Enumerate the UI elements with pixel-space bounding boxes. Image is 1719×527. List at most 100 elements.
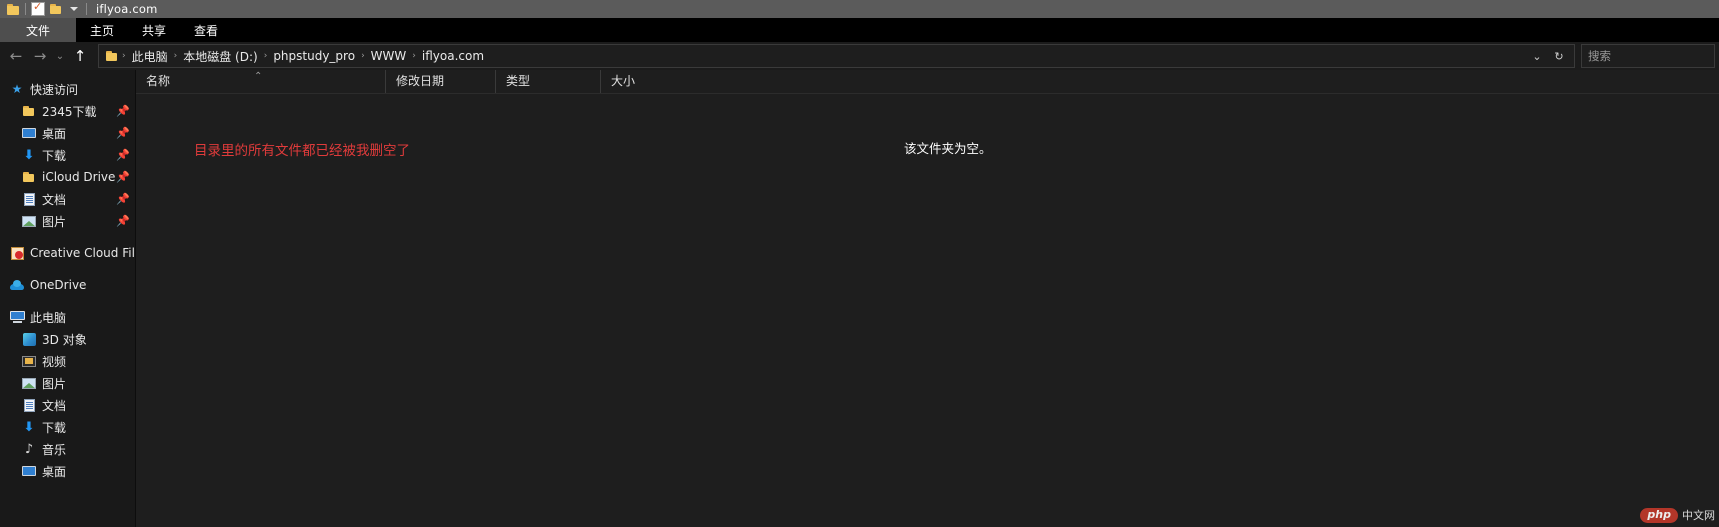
folder-icon[interactable] xyxy=(4,1,22,17)
sidebar-item-label: 2345下载 xyxy=(42,104,97,119)
breadcrumb-item-www[interactable]: WWW xyxy=(366,49,412,63)
watermark-badge: php xyxy=(1640,507,1678,523)
sidebar-item-creative-cloud-files[interactable]: Creative Cloud Files xyxy=(0,242,135,264)
column-header-type[interactable]: 类型 xyxy=(496,70,601,93)
column-header-name[interactable]: 名称 ⌃ xyxy=(136,70,386,93)
sidebar-item-pictures-pc[interactable]: 图片 xyxy=(0,372,135,394)
sidebar-item-this-pc[interactable]: 此电脑 xyxy=(0,306,135,328)
column-header-date-modified[interactable]: 修改日期 xyxy=(386,70,496,93)
breadcrumb-item-this-pc[interactable]: 此电脑 xyxy=(127,48,173,65)
navigation-pane: ★ 快速访问 2345下载 📌 桌面 📌 ⬇ 下载 📌 iCloud Drive xyxy=(0,70,136,527)
sidebar-item-label: 视频 xyxy=(42,354,67,369)
pin-icon[interactable]: 📌 xyxy=(116,193,130,206)
search-input[interactable]: 搜索 xyxy=(1581,44,1715,68)
folder-icon xyxy=(20,172,38,182)
properties-icon[interactable] xyxy=(29,0,47,17)
sidebar-item-label: 此电脑 xyxy=(30,310,67,325)
folder-icon xyxy=(20,106,38,116)
sidebar-item-desktop-pc[interactable]: 桌面 xyxy=(0,460,135,482)
explorer-body: ★ 快速访问 2345下载 📌 桌面 📌 ⬇ 下载 📌 iCloud Drive xyxy=(0,70,1719,527)
tab-view[interactable]: 查看 xyxy=(180,18,232,42)
sidebar-item-downloads[interactable]: ⬇ 下载 📌 xyxy=(0,144,135,166)
music-icon: ♪ xyxy=(24,441,34,457)
sidebar-item-label: iCloud Drive xyxy=(42,170,116,184)
sidebar-item-3d-objects[interactable]: 3D 对象 xyxy=(0,328,135,350)
sidebar-item-icloud-drive[interactable]: iCloud Drive 📌 xyxy=(0,166,135,188)
column-header-row: 名称 ⌃ 修改日期 类型 大小 xyxy=(136,70,1719,94)
star-icon: ★ xyxy=(11,82,23,96)
column-header-size[interactable]: 大小 xyxy=(601,70,673,93)
sort-ascending-icon: ⌃ xyxy=(254,71,263,82)
pin-icon[interactable]: 📌 xyxy=(116,149,130,162)
breadcrumb-folder-icon xyxy=(103,51,121,61)
pin-icon[interactable]: 📌 xyxy=(116,215,130,228)
file-list-area[interactable]: 目录里的所有文件都已经被我删空了 该文件夹为空。 php 中文网 xyxy=(136,94,1719,527)
pictures-icon xyxy=(20,215,38,227)
toolbar-divider xyxy=(25,3,26,15)
watermark: php 中文网 xyxy=(1640,507,1715,523)
sidebar-item-desktop[interactable]: 桌面 📌 xyxy=(0,122,135,144)
documents-icon xyxy=(20,398,38,412)
tab-share[interactable]: 共享 xyxy=(128,18,180,42)
sidebar-item-label: 图片 xyxy=(42,376,67,391)
file-explorer-window: iflyoa.com 文件 主页 共享 查看 ← → ⌄ ↑ › 此电脑 › 本… xyxy=(0,0,1719,527)
column-header-name-label: 名称 xyxy=(146,74,171,88)
ribbon-tab-bar: 文件 主页 共享 查看 xyxy=(0,18,1719,42)
chevron-down-icon[interactable]: ⌄ xyxy=(1526,45,1548,67)
desktop-icon xyxy=(20,128,38,138)
tab-home[interactable]: 主页 xyxy=(76,18,128,42)
onedrive-icon xyxy=(8,280,26,290)
up-button[interactable]: ↑ xyxy=(68,44,92,68)
breadcrumb-item-iflyoa[interactable]: iflyoa.com xyxy=(417,49,489,63)
sidebar-item-label: 音乐 xyxy=(42,442,67,457)
title-bar: iflyoa.com xyxy=(0,0,1719,18)
recent-locations-button[interactable]: ⌄ xyxy=(52,44,68,68)
sidebar-item-label: 图片 xyxy=(42,214,67,229)
refresh-icon[interactable]: ↻ xyxy=(1548,45,1570,67)
customize-chevron-icon[interactable] xyxy=(65,1,83,17)
pin-icon[interactable]: 📌 xyxy=(116,105,130,118)
file-list-pane: 名称 ⌃ 修改日期 类型 大小 目录里的所有文件都已经被我删空了 该文件夹为空。… xyxy=(136,70,1719,527)
breadcrumb-item-local-disk[interactable]: 本地磁盘 (D:) xyxy=(178,48,262,65)
documents-icon xyxy=(20,192,38,206)
pin-icon[interactable]: 📌 xyxy=(116,127,130,140)
sidebar-item-label: Creative Cloud Files xyxy=(30,246,135,260)
videos-icon xyxy=(20,355,38,367)
sidebar-item-2345-download[interactable]: 2345下载 📌 xyxy=(0,100,135,122)
sidebar-item-pictures[interactable]: 图片 📌 xyxy=(0,210,135,232)
sidebar-item-label: 下载 xyxy=(42,420,67,435)
sidebar-item-label: 文档 xyxy=(42,398,67,413)
creative-cloud-icon xyxy=(8,246,26,260)
sidebar-item-downloads-pc[interactable]: ⬇ 下载 xyxy=(0,416,135,438)
sidebar-item-label: 桌面 xyxy=(42,126,67,141)
sidebar-item-label: 桌面 xyxy=(42,464,67,479)
sidebar-item-videos[interactable]: 视频 xyxy=(0,350,135,372)
sidebar-item-documents-pc[interactable]: 文档 xyxy=(0,394,135,416)
new-folder-icon[interactable] xyxy=(47,1,65,17)
pictures-icon xyxy=(20,377,38,389)
forward-button[interactable]: → xyxy=(28,44,52,68)
download-icon: ⬇ xyxy=(23,147,35,163)
sidebar-item-label: 文档 xyxy=(42,192,67,207)
sidebar-group-label: 快速访问 xyxy=(30,82,79,97)
sidebar-item-documents[interactable]: 文档 📌 xyxy=(0,188,135,210)
sidebar-item-onedrive[interactable]: OneDrive xyxy=(0,274,135,296)
download-icon: ⬇ xyxy=(23,419,35,435)
back-button[interactable]: ← xyxy=(4,44,28,68)
quick-access-toolbar xyxy=(4,0,90,17)
toolbar-divider-2 xyxy=(86,3,87,15)
breadcrumb[interactable]: › 此电脑 › 本地磁盘 (D:) › phpstudy_pro › WWW ›… xyxy=(98,44,1575,68)
this-pc-icon xyxy=(8,311,26,323)
sidebar-group-quick-access[interactable]: ★ 快速访问 xyxy=(0,78,135,100)
3d-objects-icon xyxy=(20,332,38,346)
desktop-icon xyxy=(20,466,38,476)
window-title: iflyoa.com xyxy=(96,2,158,16)
sidebar-item-music[interactable]: ♪ 音乐 xyxy=(0,438,135,460)
breadcrumb-item-phpstudy-pro[interactable]: phpstudy_pro xyxy=(268,49,360,63)
pin-icon[interactable]: 📌 xyxy=(116,171,130,184)
annotation-text: 目录里的所有文件都已经被我删空了 xyxy=(194,143,410,159)
tab-file[interactable]: 文件 xyxy=(0,18,76,42)
